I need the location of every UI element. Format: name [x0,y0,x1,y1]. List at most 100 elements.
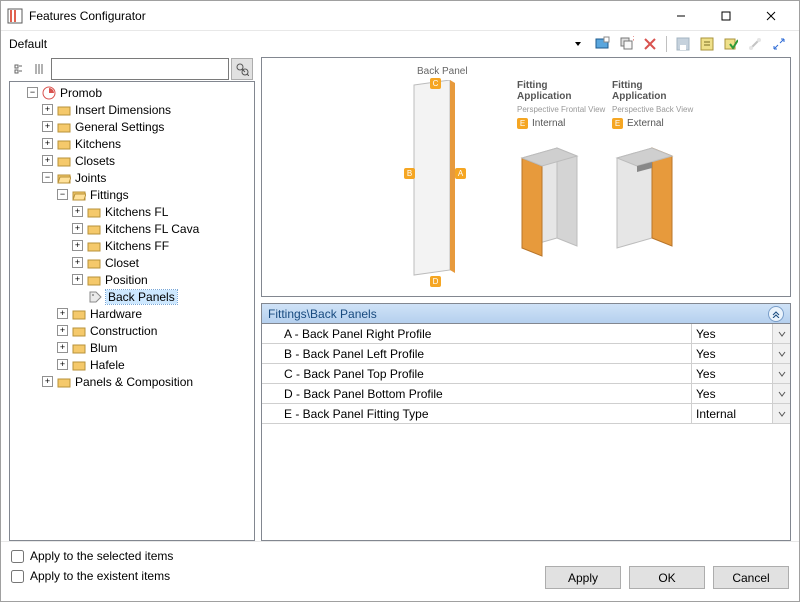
property-grid: Fittings\Back Panels A - Back Panel Righ… [261,303,791,541]
chevron-up-icon[interactable] [768,306,784,322]
folder-icon [56,119,72,135]
tree-node[interactable]: +Kitchens FL [12,203,252,220]
property-value[interactable]: Yes [692,364,772,383]
tree-node[interactable]: −Fittings [12,186,252,203]
preset-caret-icon[interactable] [568,34,588,54]
property-name: D - Back Panel Bottom Profile [262,384,692,403]
svg-text:×: × [632,36,634,45]
folder-icon [86,221,102,237]
badge-a: A [455,168,466,179]
folder-icon [86,272,102,288]
tree-node[interactable]: +Kitchens FL Cava [12,220,252,237]
diagram-label: Fitting Application [517,80,571,102]
diagram-label: External [627,118,664,129]
diagram-label: Perspective Back View [612,105,693,114]
property-name: A - Back Panel Right Profile [262,324,692,343]
maximize-button[interactable] [703,2,748,30]
property-row[interactable]: B - Back Panel Left ProfileYes [262,344,790,364]
save-icon[interactable] [673,34,693,54]
tree-node[interactable]: +Kitchens [12,135,252,152]
tree-search-button[interactable] [231,58,253,80]
badge-b: B [404,168,415,179]
ok-button[interactable]: OK [629,566,705,589]
folder-icon [86,255,102,271]
chevron-down-icon[interactable] [772,404,790,423]
tree-node[interactable]: +Hafele [12,356,252,373]
tree-columns-icon[interactable] [31,60,49,78]
tree-node-back-panels[interactable]: Back Panels [12,288,252,305]
property-name: C - Back Panel Top Profile [262,364,692,383]
logo-icon [41,85,57,101]
cancel-button[interactable]: Cancel [713,566,789,589]
toolbar: Default × [1,31,799,57]
minimize-button[interactable] [658,2,703,30]
tree-node-root[interactable]: −Promob [12,84,252,101]
close-button[interactable] [748,2,793,30]
apply-button[interactable]: Apply [545,566,621,589]
delete-icon[interactable] [640,34,660,54]
tree-node[interactable]: +Position [12,271,252,288]
window-controls [658,2,793,30]
property-row[interactable]: E - Back Panel Fitting TypeInternal [262,404,790,424]
chevron-down-icon[interactable] [772,324,790,343]
chevron-down-icon[interactable] [772,344,790,363]
tree-expand-icon[interactable] [11,60,29,78]
folder-icon [56,374,72,390]
apply-check-icon[interactable] [721,34,741,54]
badge-e: E [612,118,623,129]
diagram-label: Fitting Application [612,80,666,102]
badge-c: C [430,78,441,89]
property-value[interactable]: Yes [692,384,772,403]
folder-open-icon [56,170,72,186]
property-name: B - Back Panel Left Profile [262,344,692,363]
folder-open-icon [71,187,87,203]
property-value[interactable]: Yes [692,324,772,343]
diagram-label: Back Panel [417,66,468,77]
tree-node[interactable]: +Closets [12,152,252,169]
tree-node[interactable]: +Kitchens FF [12,237,252,254]
folder-icon [71,306,87,322]
checkbox-input[interactable] [11,550,24,563]
app-icon [7,8,23,24]
tree-node[interactable]: +Closet [12,254,252,271]
folder-icon [86,204,102,220]
tree-view[interactable]: −Promob +Insert Dimensions +General Sett… [9,81,255,541]
checkbox-input[interactable] [11,570,24,583]
tree-node[interactable]: +Hardware [12,305,252,322]
chevron-down-icon[interactable] [772,364,790,383]
folder-icon [56,153,72,169]
checkbox-label: Apply to the existent items [30,569,170,583]
tree-node[interactable]: −Joints [12,169,252,186]
window-title: Features Configurator [29,9,658,23]
apply-selected-checkbox[interactable]: Apply to the selected items [11,546,789,566]
expand-arrows-icon[interactable] [769,34,789,54]
link-icon[interactable] [745,34,765,54]
tree-node[interactable]: +General Settings [12,118,252,135]
tree-search-input[interactable] [51,58,229,80]
tree-node[interactable]: +Panels & Composition [12,373,252,390]
folder-icon [71,357,87,373]
tag-icon [87,289,103,305]
property-row[interactable]: D - Back Panel Bottom ProfileYes [262,384,790,404]
chevron-down-icon[interactable] [772,384,790,403]
folder-icon [71,323,87,339]
tree-node[interactable]: +Insert Dimensions [12,101,252,118]
property-group-title: Fittings\Back Panels [268,307,377,321]
property-value[interactable]: Yes [692,344,772,363]
folder-icon [71,340,87,356]
preset-dropdown[interactable]: Default [9,37,47,51]
history-icon[interactable] [697,34,717,54]
property-group-header[interactable]: Fittings\Back Panels [262,304,790,324]
preview-pane: Back Panel C B A D Fitting Application P… [261,57,791,297]
apply-existent-checkbox[interactable]: Apply to the existent items [11,566,400,586]
tree-node[interactable]: +Construction [12,322,252,339]
property-row[interactable]: C - Back Panel Top ProfileYes [262,364,790,384]
copy-layout-icon[interactable]: × [616,34,636,54]
diagram-label: Internal [532,118,565,129]
property-row[interactable]: A - Back Panel Right ProfileYes [262,324,790,344]
property-value[interactable]: Internal [692,404,772,423]
folder-icon [56,102,72,118]
folder-icon [56,136,72,152]
new-layout-icon[interactable] [592,34,612,54]
tree-node[interactable]: +Blum [12,339,252,356]
